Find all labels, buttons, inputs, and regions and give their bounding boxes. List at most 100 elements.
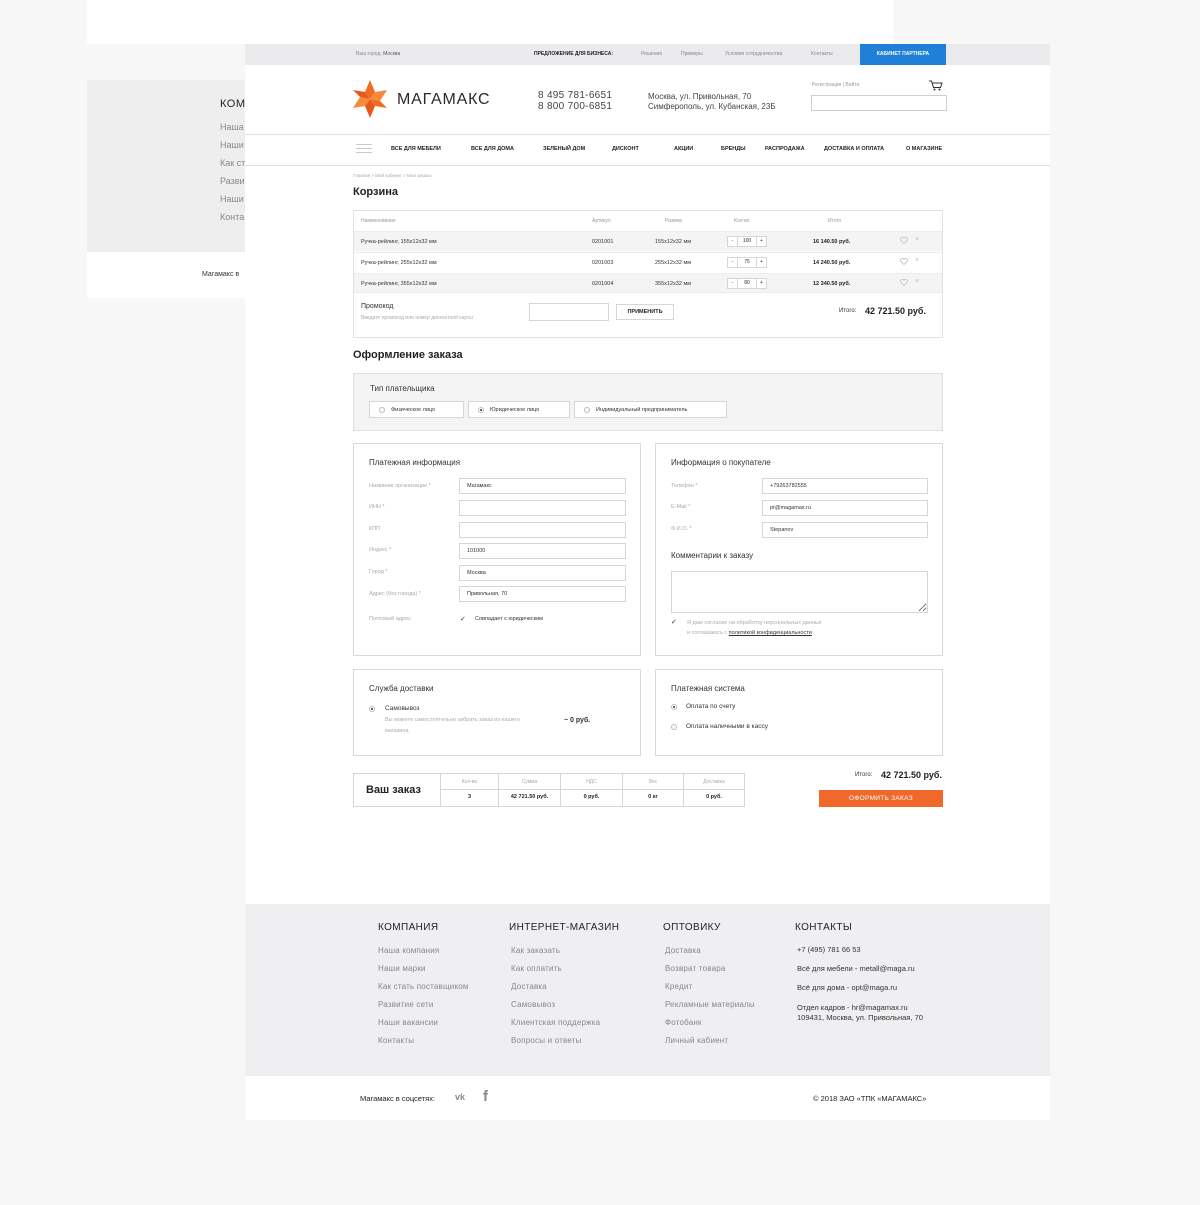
qty-input[interactable]: 75	[737, 258, 757, 267]
footer-link[interactable]: Кредит	[665, 982, 692, 991]
remove-icon[interactable]: ×	[915, 257, 919, 264]
register-link[interactable]: Регистрация	[812, 82, 841, 88]
heart-icon[interactable]	[900, 258, 908, 265]
summary-col-value: 42 721.50 руб.	[510, 794, 549, 800]
apply-promo-button[interactable]: ПРИМЕНИТЬ	[616, 304, 674, 320]
table-row: Ручка-рейлинг, 255х12х32 мм 0201003 255х…	[354, 252, 942, 272]
footer-link[interactable]: Фотобанк	[665, 1018, 702, 1027]
footer-link[interactable]: Доставка	[511, 982, 547, 991]
footer-link[interactable]: Развитие сети	[378, 1000, 434, 1009]
qty-plus-button[interactable]: +	[757, 237, 766, 246]
address-field[interactable]: Привольная, 70	[459, 586, 626, 602]
fullname-field[interactable]: Stepanov	[762, 522, 928, 538]
qty-plus-button[interactable]: +	[757, 279, 766, 288]
privacy-policy-link[interactable]: политикой конфиденциальности	[729, 630, 812, 636]
delivery-option-pickup[interactable]: Самовывоз	[385, 705, 420, 712]
place-order-button[interactable]: ОФОРМИТЬ ЗАКАЗ	[819, 790, 943, 807]
org-name-field[interactable]: Магамакс	[459, 478, 626, 494]
nav-brands[interactable]: БРЕНДЫ	[721, 146, 746, 152]
remove-icon[interactable]: ×	[915, 278, 919, 285]
phone-field[interactable]: +79263782555	[762, 478, 928, 494]
product-name[interactable]: Ручка-рейлинг, 355х12х32 мм	[361, 281, 437, 287]
qty-input[interactable]: 80	[737, 279, 757, 288]
nav-delivery[interactable]: ДОСТАВКА И ОПЛАТА	[824, 146, 884, 152]
partner-cabinet-button[interactable]: КАБИНЕТ ПАРТНЕРА	[860, 44, 946, 65]
footer-contact-phone[interactable]: +7 (495) 781 66 53	[797, 945, 861, 955]
payer-option-entrepreneur[interactable]: Индивидуальный предприниматель	[574, 401, 727, 418]
inn-field[interactable]	[459, 500, 626, 516]
footer-contact-home[interactable]: Всё для дома - opt@maga.ru	[797, 983, 897, 993]
footer-link[interactable]: Рекламные материалы	[665, 1000, 755, 1009]
radio-icon[interactable]	[671, 724, 677, 730]
kpp-field[interactable]	[459, 522, 626, 538]
footer-link[interactable]: Возврат товара	[665, 964, 726, 973]
vk-icon[interactable]: vk	[455, 1092, 465, 1102]
login-link[interactable]: Войти	[845, 82, 859, 88]
address-simferopol: Симферополь, ул. Кубанская, 23Б	[648, 102, 776, 111]
nav-discount[interactable]: ДИСКОНТ	[612, 146, 639, 152]
postal-same-checkbox[interactable]: ✓	[460, 616, 466, 623]
delivery-panel: Служба доставки Самовывоз Вы можете само…	[353, 669, 641, 756]
logo-text[interactable]: МАГАМАКС	[397, 91, 490, 109]
payer-option-legal[interactable]: Юридическое лицо	[468, 401, 570, 418]
index-field[interactable]: 101000	[459, 543, 626, 559]
comment-textarea[interactable]	[671, 571, 928, 613]
cart-icon[interactable]	[929, 80, 943, 91]
product-name[interactable]: Ручка-рейлинг, 155х12х32 мм	[361, 239, 437, 245]
qty-plus-button[interactable]: +	[757, 258, 766, 267]
footer-link[interactable]: Доставка	[665, 946, 701, 955]
topbar-link-solutions[interactable]: Решения	[641, 51, 662, 57]
phone-free[interactable]: 8 800 700-6851	[538, 101, 612, 112]
footer-link[interactable]: Наша компания	[378, 946, 439, 955]
search-input[interactable]	[811, 95, 947, 111]
footer-link[interactable]: Как оплатить	[511, 964, 562, 973]
radio-selected-icon[interactable]	[671, 704, 677, 710]
remove-icon[interactable]: ×	[915, 236, 919, 243]
product-name[interactable]: Ручка-рейлинг, 255х12х32 мм	[361, 260, 437, 266]
nav-home[interactable]: ВСЕ ДЛЯ ДОМА	[471, 146, 514, 152]
footer-contact-furniture[interactable]: Всё для мебели - metall@maga.ru	[797, 964, 915, 974]
footer-link[interactable]: Наши марки	[378, 964, 426, 973]
nav-promotions[interactable]: АКЦИИ	[674, 146, 693, 152]
qty-minus-button[interactable]: -	[728, 237, 737, 246]
qty-minus-button[interactable]: -	[728, 258, 737, 267]
qty-minus-button[interactable]: -	[728, 279, 737, 288]
footer-link[interactable]: Контакты	[378, 1036, 414, 1045]
heart-icon[interactable]	[900, 237, 908, 244]
radio-selected-icon[interactable]	[369, 706, 375, 712]
footer-link[interactable]: Наши вакансии	[378, 1018, 438, 1027]
payer-type-label: Тип плательщика	[370, 384, 435, 393]
nav-about[interactable]: О МАГАЗИНЕ	[906, 146, 942, 152]
nav-furniture[interactable]: ВСЕ ДЛЯ МЕБЕЛИ	[391, 146, 441, 152]
heart-icon[interactable]	[900, 279, 908, 286]
breadcrumb[interactable]: Главная > Мой кабинет > Мои заказы	[353, 173, 431, 178]
phone-moscow[interactable]: 8 495 781-6651	[538, 90, 612, 101]
promo-input[interactable]	[529, 303, 609, 321]
city-selector[interactable]: Ваш город: Москва	[356, 51, 400, 57]
cart-total-value: 42 721.50 руб.	[865, 306, 926, 316]
footer-link[interactable]: Личный кабиент	[665, 1036, 728, 1045]
payer-option-individual[interactable]: Физическое лицо	[369, 401, 464, 418]
footer-link[interactable]: Клиентская поддержка	[511, 1018, 600, 1027]
topbar-link-examples[interactable]: Примеры	[681, 51, 703, 57]
topbar-link-terms[interactable]: Условия сотрудничества	[725, 51, 782, 57]
table-row: Ручка-рейлинг, 155х12х32 мм 0201001 155х…	[354, 231, 942, 251]
payment-option-cash[interactable]: Оплата наличными в кассу	[686, 723, 768, 730]
city-field[interactable]: Москва	[459, 565, 626, 581]
menu-burger-icon[interactable]	[356, 144, 372, 154]
email-field[interactable]: pr@magamax.ru	[762, 500, 928, 516]
footer-contact-hr[interactable]: Отдел кадров - hr@magamax.ru	[797, 1003, 908, 1013]
footer-link[interactable]: Как заказать	[511, 946, 560, 955]
consent-checkbox[interactable]: ✓	[671, 619, 677, 626]
magamax-logo-icon[interactable]	[353, 80, 387, 118]
footer-link[interactable]: Вопросы и ответы	[511, 1036, 582, 1045]
nav-green-house[interactable]: ЗЕЛЕНЫЙ ДОМ	[543, 146, 585, 152]
qty-input[interactable]: 100	[737, 237, 757, 246]
facebook-icon[interactable]: f	[483, 1088, 488, 1105]
topbar-link-contacts[interactable]: Контакты	[811, 51, 833, 57]
payment-option-invoice[interactable]: Оплата по счету	[686, 703, 735, 710]
footer-link[interactable]: Как стать поставщиком	[378, 982, 469, 991]
nav-sale[interactable]: РАСПРОДАЖА	[765, 146, 805, 152]
footer-link[interactable]: Самовывоз	[511, 1000, 555, 1009]
delivery-title: Служба доставки	[369, 684, 434, 693]
